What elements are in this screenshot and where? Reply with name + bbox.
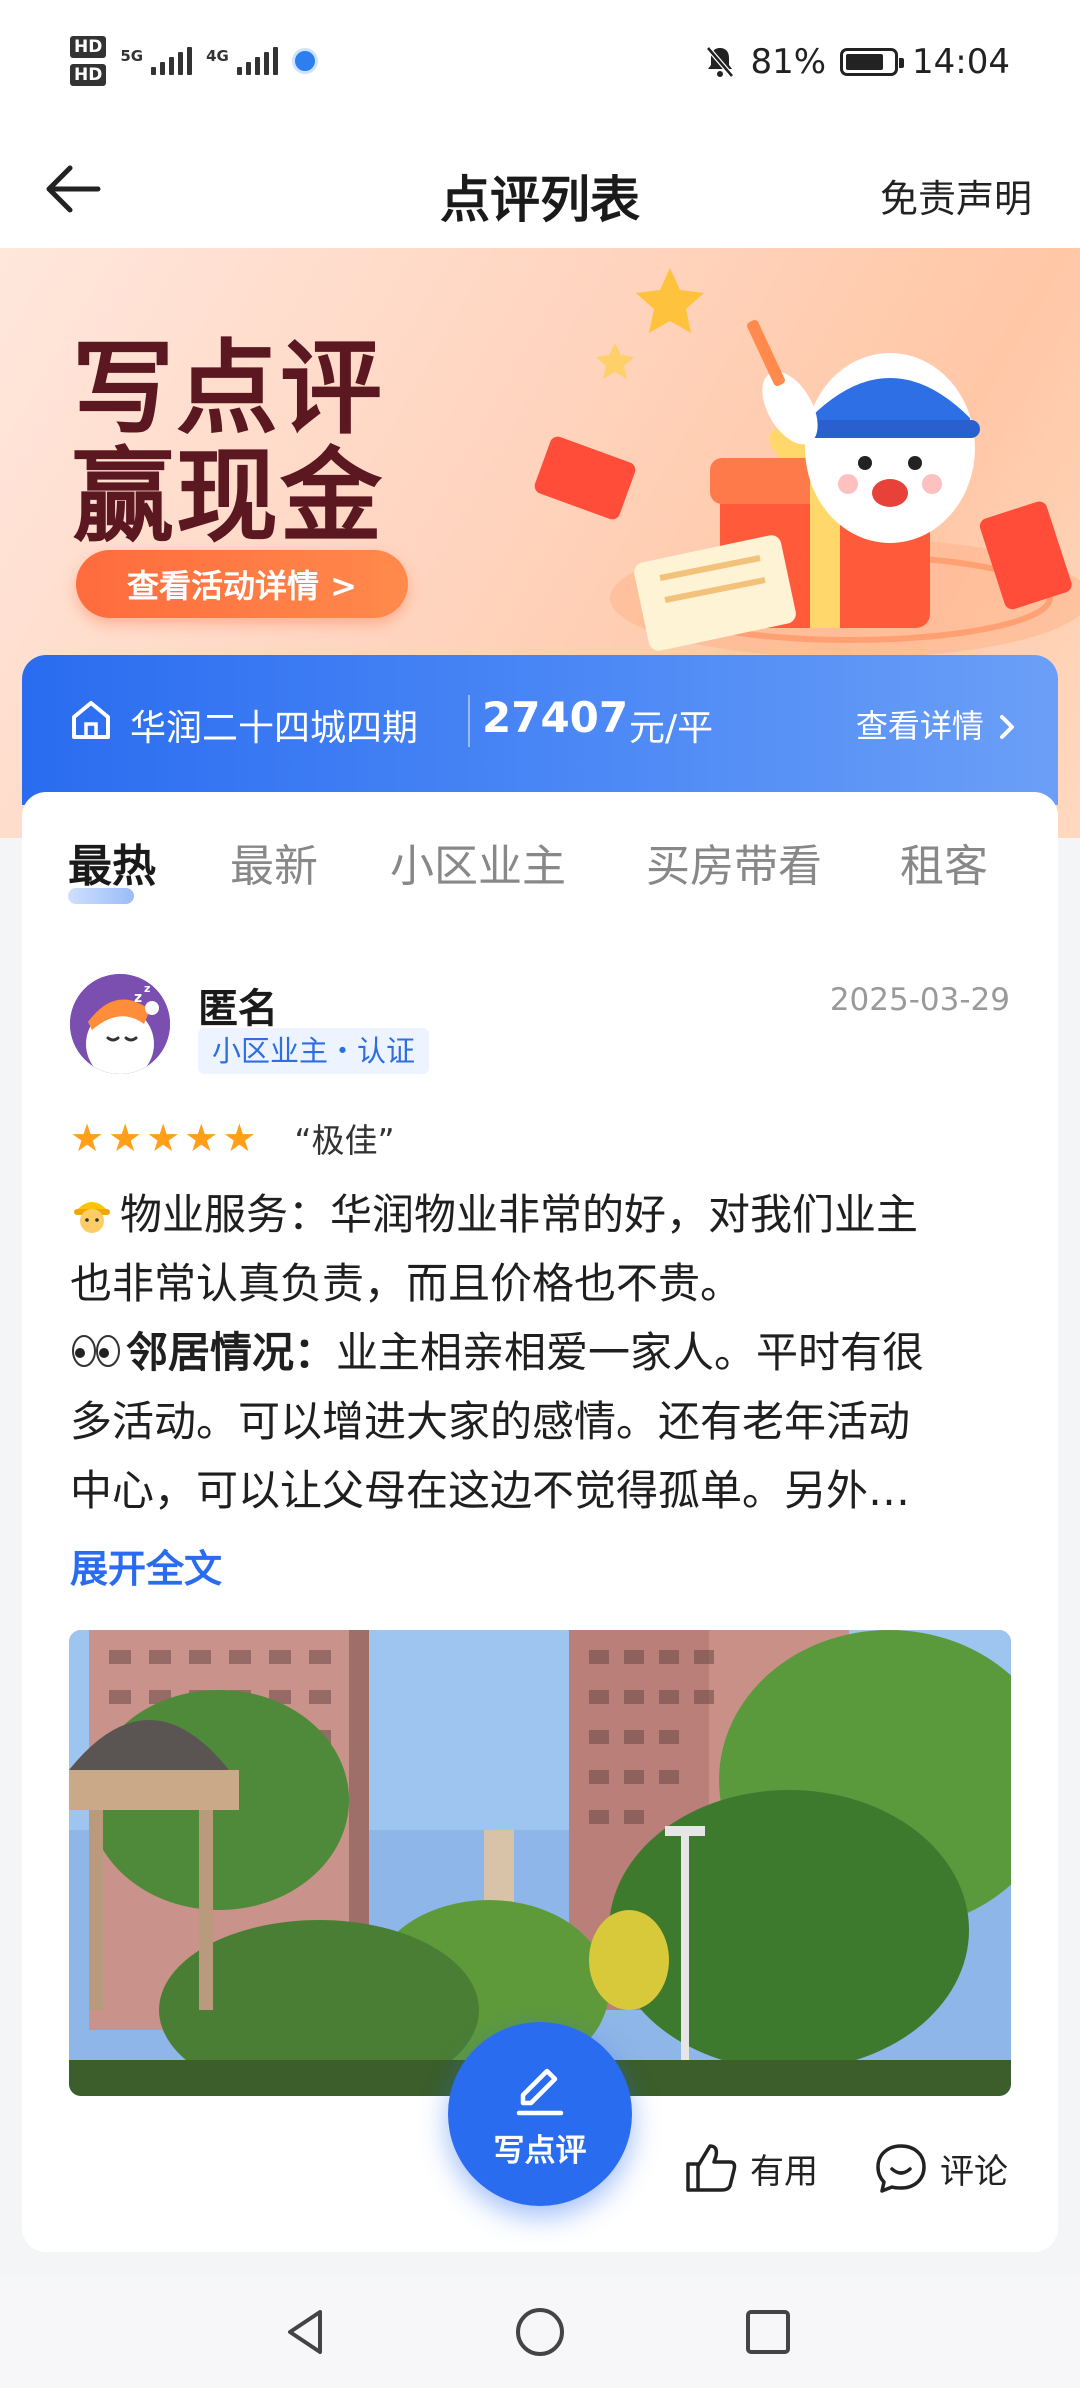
sim1-network-type: 5G [120,47,144,65]
mascot-gift-illustration [534,268,1080,658]
star-icon: ★ [146,1116,181,1160]
tab-buyer-visits[interactable]: 买房带看 [646,830,822,894]
view-detail-link[interactable]: 查看详情 [856,701,1016,747]
disclaimer-link[interactable]: 免责声明 [880,168,1032,223]
nav-recents-icon[interactable] [740,2304,796,2360]
chevron-right-icon [1000,715,1014,739]
pen-icon [516,2068,564,2115]
review-section-neighbors: 邻居情况： [126,1328,337,1377]
star-icon: ★ [184,1116,219,1160]
tab-hottest[interactable]: 最热 [68,830,156,894]
tab-latest[interactable]: 最新 [230,830,318,894]
review-line-4: 多活动。可以增进大家的感情。还有老年活动 [70,1397,911,1446]
filter-tabs: 最热 最新 小区业主 买房带看 租客 [22,830,1058,904]
nav-back-icon[interactable] [278,2304,334,2360]
review-header: z z 匿名 小区业主・认证 2025-03-29 [70,974,1010,1084]
community-name: 华润二十四城四期 [130,708,419,749]
star-icon: ★ [108,1116,143,1160]
home-icon [72,701,110,739]
banner-headline-line2: 赢现金 [72,438,384,557]
mute-bell-icon [706,46,735,78]
banner-headline-line1: 写点评 [72,330,384,449]
tab-owners[interactable]: 小区业主 [390,830,566,894]
expand-full-text-link[interactable]: 展开全文 [70,1538,222,1593]
review-line-5: 中心，可以让父母在这边不觉得孤单。另外… [70,1466,911,1515]
useful-button[interactable]: 有用 [684,2142,818,2194]
review-line-2: 也非常认真负责，而且价格也不贵。 [70,1259,743,1308]
star-icon: ★ [70,1116,105,1160]
sim2-network-type: 4G [206,47,229,65]
status-bar: HD HD 5G 4G 81% 14:04 [0,0,1080,130]
battery-level-fill [846,54,884,70]
review-line-1-text: 物业服务：华润物业非常的好，对我们业主 [120,1190,919,1239]
signal-icon-sim1: 5G [120,47,193,75]
review-line-3-text: 业主相亲相爱一家人。平时有很 [336,1328,925,1377]
write-review-label: 写点评 [493,2132,587,2169]
app-notification-icon [291,48,318,74]
battery-icon [840,48,905,76]
svg-text:z: z [134,990,142,1006]
write-review-fab[interactable]: 写点评 [448,2022,632,2206]
view-detail-label: 查看详情 [855,707,984,745]
eyes-emoji-icon [72,1335,120,1367]
community-price: 27407 [482,693,629,742]
comment-button[interactable]: 评论 [874,2142,1008,2194]
svg-text:z: z [144,982,150,995]
review-text[interactable]: 物业服务：华润物业非常的好，对我们业主 也非常认真负责，而且价格也不贵。 邻居情… [70,1180,1020,1525]
comment-icon [876,2144,926,2193]
community-info-bar[interactable]: 华润二十四城四期 27407 元/平 查看详情 [22,655,1058,805]
title-bar: 点评列表 免责声明 [0,130,1080,248]
avatar[interactable]: z z [70,974,170,1074]
hd-indicators: HD HD [70,36,107,86]
nav-home-icon[interactable] [512,2304,568,2360]
owner-verified-badge: 小区业主・认证 [198,1028,430,1074]
banner-cta-button[interactable]: 查看活动详情 > [76,550,408,618]
signal-icon-sim2: 4G [206,47,278,75]
status-left: HD HD 5G 4G [70,36,318,86]
clock: 14:04 [912,42,1010,82]
banner-headline: 写点评 赢现金 [72,336,384,552]
hd-badge-2: HD [70,64,107,86]
useful-label: 有用 [750,2151,818,2192]
star-icon: ★ [222,1116,257,1160]
rating-row: ★ ★ ★ ★ ★ “极佳” [70,1114,395,1162]
construction-worker-emoji-icon [74,1202,110,1233]
author-name: 匿名 [198,986,278,1032]
comment-label: 评论 [940,2151,1008,2192]
battery-percent: 81% [750,42,827,82]
status-right: 81% 14:04 [704,42,1010,82]
review-line-3: 邻居情况：业主相亲相爱一家人。平时有很 [70,1318,1020,1387]
star-rating: ★ ★ ★ ★ ★ [70,1118,256,1158]
tab-tenants[interactable]: 租客 [900,830,988,894]
review-line-1: 物业服务：华润物业非常的好，对我们业主 [70,1180,1020,1249]
hd-badge-1: HD [70,36,107,58]
system-nav-bar [0,2276,1080,2388]
rating-label: “极佳” [294,1121,395,1160]
price-unit: 元/平 [629,708,714,749]
divider [468,695,470,747]
thumbs-up-icon [686,2144,737,2192]
review-date: 2025-03-29 [829,982,1010,1018]
